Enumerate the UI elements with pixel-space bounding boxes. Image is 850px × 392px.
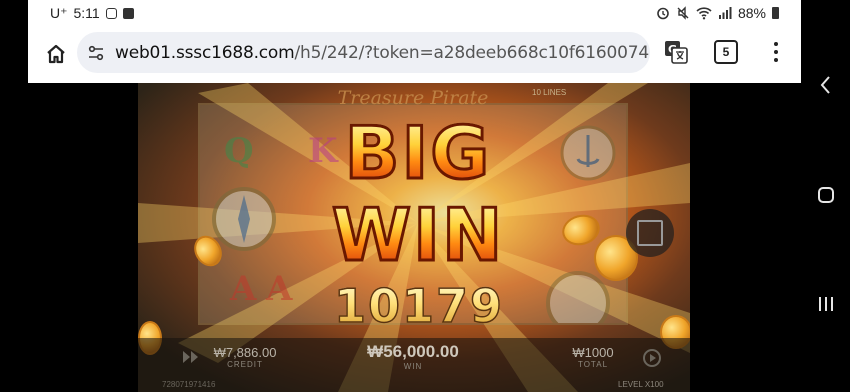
overflow-menu-button[interactable] (766, 38, 786, 66)
anchor-icon (560, 125, 616, 181)
address-bar[interactable]: web01.sssc1688.com/h5/242/?token=a28deeb… (77, 32, 650, 73)
recents-icon (819, 297, 833, 311)
reel-symbol-a: A (230, 269, 257, 309)
signal-icon (718, 7, 732, 19)
site-settings-icon (88, 45, 104, 60)
total-value: ₩1000 (572, 345, 614, 360)
home-button[interactable] (32, 30, 80, 78)
dot-icon (774, 58, 778, 62)
big-win-line2: WIN (323, 198, 513, 273)
wifi-icon (696, 7, 712, 20)
credit-value: ₩7,886.00 (213, 345, 277, 360)
home-icon (47, 44, 65, 63)
system-nav-bar (801, 0, 850, 392)
status-right: 88% (656, 5, 779, 21)
game-round-id: 728071971416 (162, 380, 216, 389)
total-stat: ₩1000 TOTAL (563, 345, 623, 369)
home-nav-button[interactable] (815, 184, 837, 206)
instagram-icon (105, 7, 117, 19)
reel-symbol-a: A (266, 269, 293, 309)
win-label: WIN (403, 362, 423, 371)
tab-switcher-button[interactable]: 5 (714, 40, 738, 64)
stop-button[interactable] (626, 209, 674, 257)
site-settings-button[interactable] (77, 32, 115, 73)
translate-icon: G (665, 41, 688, 64)
win-value: ₩56,000.00 (367, 342, 459, 361)
dot-icon (774, 50, 778, 54)
total-label: TOTAL (577, 360, 609, 369)
level-indicator: LEVEL X100 (618, 380, 664, 389)
browser-window: U⁺ 5:11 88% web01.sssc1688.com/h5/242/?t… (28, 0, 801, 83)
browser-toolbar: web01.sssc1688.com/h5/242/?token=a28deeb… (28, 26, 801, 81)
big-win-banner: BIG WIN (323, 109, 513, 279)
win-stat: ₩56,000.00 WIN (353, 342, 473, 371)
reel-symbol-q: Q (224, 131, 254, 171)
notification-icon (122, 7, 134, 19)
time-label: 5:11 (73, 5, 100, 21)
level-value: X100 (644, 380, 664, 389)
back-chevron-icon (820, 76, 830, 94)
alarm-icon (657, 7, 669, 20)
autoplay-icon[interactable] (642, 348, 662, 368)
status-left: U⁺ 5:11 (50, 5, 134, 22)
dot-icon (774, 42, 778, 46)
fast-forward-icon[interactable] (182, 350, 200, 364)
credit-label: CREDIT (227, 360, 263, 369)
big-win-amount: 10179 (333, 278, 505, 334)
mute-icon (677, 6, 689, 20)
credit-stat: ₩7,886.00 CREDIT (210, 345, 280, 369)
game-bottom-bar: ₩7,886.00 CREDIT ₩56,000.00 WIN ₩1000 TO… (138, 338, 690, 392)
url-path: /h5/242/?token=a28deeb668c10f61600746967… (294, 42, 650, 63)
url-host: web01.sssc1688.com (115, 42, 295, 63)
slot-game-canvas[interactable]: Treasure Pirate 10 LINES Q K A A BIG WIN… (138, 83, 690, 392)
level-label: LEVEL (618, 380, 643, 389)
battery-icon (772, 7, 779, 19)
translate-button[interactable]: G (658, 34, 694, 70)
status-bar: U⁺ 5:11 88% (28, 0, 801, 26)
recents-button[interactable] (815, 293, 837, 315)
back-button[interactable] (815, 74, 837, 96)
stop-square-icon (637, 220, 663, 246)
carrier-label: U⁺ (50, 4, 68, 21)
home-square-icon (818, 187, 834, 203)
battery-percent: 88% (737, 5, 766, 21)
tab-count: 5 (722, 45, 730, 59)
url-text[interactable]: web01.sssc1688.com/h5/242/?token=a28deeb… (115, 43, 650, 63)
big-win-line1: BIG (323, 116, 513, 191)
